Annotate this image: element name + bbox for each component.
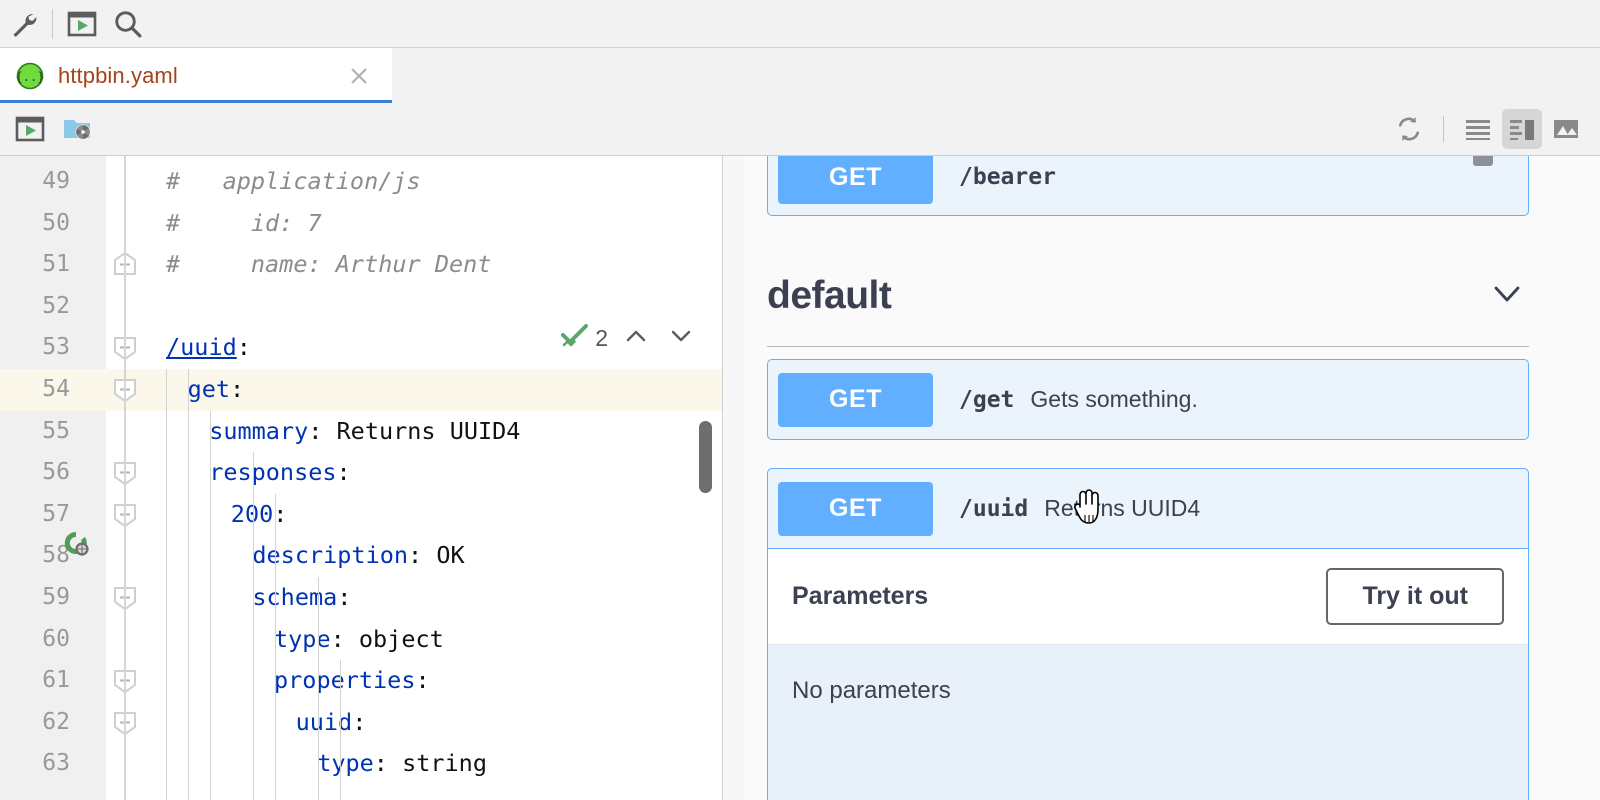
indent-guide [340,660,341,800]
operation-path: /get [959,386,1015,413]
operation-path: /uuid [959,495,1029,522]
line-number: 51 [42,251,70,278]
fold-region-spine [124,156,126,800]
ide-toolbar [0,0,1600,47]
refresh-icon[interactable] [1389,109,1429,149]
parameters-title: Parameters [792,582,929,610]
run-preview-icon[interactable] [10,109,50,149]
swagger-preview-panel[interactable]: GET /bearer default GET /get Gets someth… [744,156,1600,800]
folder-pinwheel-icon[interactable] [58,109,98,149]
try-it-out-button[interactable]: Try it out [1326,568,1504,625]
indent-guide [188,369,189,800]
line-number: 59 [42,584,70,610]
code-line[interactable]: get: [188,369,245,411]
preview-only-icon[interactable] [1546,109,1586,149]
line-number: 56 [42,459,70,486]
toolbar-divider [52,8,53,39]
line-number: 52 [42,292,70,319]
close-icon[interactable] [346,63,372,89]
line-number: 53 [42,334,70,361]
line-number: 50 [42,209,70,236]
line-number: 49 [42,168,70,194]
code-line[interactable]: type: object [274,619,444,661]
openapi-braces-icon: {..} [16,62,44,90]
tag-divider [767,346,1529,347]
line-number: 60 [42,625,70,652]
line-number: 62 [42,708,70,735]
code-line[interactable]: # application/js [166,161,421,203]
tag-title: default [767,274,892,317]
operation-summary: Returns UUID4 [1044,495,1201,521]
preview-toolbar [0,103,1600,156]
inspection-widget[interactable]: 2 [556,321,696,355]
ide-window: {..} httpbin.yaml 49 # application/js 50… [0,0,1600,800]
line-number: 58 [42,542,70,569]
caret-line-highlight [0,369,722,411]
http-method-badge: GET [778,481,933,536]
operation-detail-panel: Parameters Try it out No parameters [768,548,1528,800]
code-line[interactable]: 200: [231,494,288,536]
no-parameters-message: No parameters [768,644,1528,800]
code-line[interactable]: description: OK [252,535,464,577]
code-line[interactable]: uuid: [296,702,367,744]
editor-tab-httpbin-yaml[interactable]: {..} httpbin.yaml [0,48,392,104]
code-line[interactable]: schema: [252,577,351,619]
line-number: 55 [42,417,70,444]
code-line[interactable]: summary: Returns UUID4 [209,411,520,453]
chevron-up-icon[interactable] [621,325,651,352]
indent-guide [275,493,276,800]
code-line[interactable]: type: string [317,743,487,785]
split-view-icon[interactable] [1502,109,1542,149]
tag-header-default[interactable]: default [767,266,1529,326]
toolbar-divider [1443,116,1444,142]
code-line[interactable]: /uuid: [166,327,251,369]
indent-guide [166,369,167,800]
parameters-header: Parameters Try it out [768,549,1528,644]
chevron-down-icon[interactable] [1485,279,1529,314]
code-line[interactable]: responses: [209,452,351,494]
run-preview-icon[interactable] [59,1,105,47]
inspection-count: 2 [595,324,608,351]
chevron-down-icon[interactable] [666,325,696,352]
operation-row-bearer[interactable]: GET /bearer [767,156,1529,216]
inspection-ok-icon [560,322,590,355]
editor-right-margin [722,156,744,800]
svg-text:{..}: {..} [16,70,44,84]
indent-guide [318,577,319,800]
operation-row-uuid[interactable]: GET /uuid Returns UUID4 Parameters Try i… [767,468,1529,800]
http-method-badge: GET [778,372,933,427]
settings-wrench-icon[interactable] [0,1,46,47]
editor-only-icon[interactable] [1458,109,1498,149]
line-number: 54 [42,376,70,402]
editor-tab-label: httpbin.yaml [58,63,178,88]
code-line[interactable]: # name: Arthur Dent [166,244,491,286]
http-method-badge: GET [778,156,933,204]
code-line[interactable]: properties: [274,660,430,702]
indent-guide [210,410,211,800]
code-editor[interactable]: 49 # application/js 50 # id: 7 51 # name: Art… [0,156,722,800]
editor-tab-strip: {..} httpbin.yaml [0,47,1600,104]
line-number: 61 [42,667,70,694]
line-number: 57 [42,500,70,527]
run-http-request-icon[interactable] [62,529,90,562]
code-line[interactable]: # id: 7 [166,203,322,245]
operation-row-get[interactable]: GET /get Gets something. [767,359,1529,440]
line-number: 63 [42,750,70,777]
search-icon[interactable] [105,1,151,47]
operation-path: /bearer [959,164,1056,190]
padlock-icon[interactable] [1466,156,1500,176]
indent-guide [253,452,254,800]
split-divider[interactable] [722,156,723,800]
editor-vertical-scrollbar[interactable] [699,421,712,493]
operation-summary: Gets something. [1030,386,1198,412]
